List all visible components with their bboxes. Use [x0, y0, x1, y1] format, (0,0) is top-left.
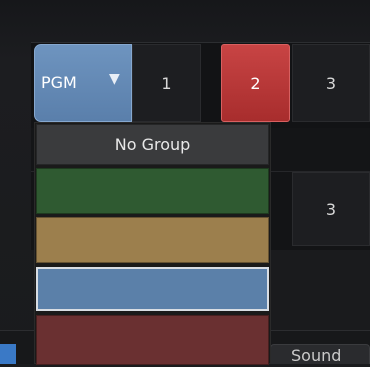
source-button-2-active[interactable]: 2 — [221, 44, 290, 122]
bus-selector-button[interactable]: PGM ▼ — [34, 44, 132, 122]
bus-selector-label: PGM — [41, 73, 77, 92]
source-button-1[interactable]: 1 — [132, 44, 201, 122]
dropdown-option-green[interactable] — [36, 168, 269, 214]
color-group-dropdown: No Group — [34, 122, 271, 365]
source-button-row2-3[interactable]: 3 — [292, 172, 370, 246]
app-frame: PGM ▼ 1 2 3 3 Sound No Group — [0, 0, 370, 365]
dropdown-option-tan[interactable] — [36, 217, 269, 263]
source-button-3[interactable]: 3 — [292, 44, 370, 122]
dropdown-option-blue-selected[interactable] — [36, 267, 269, 311]
dropdown-option-maroon[interactable] — [36, 315, 269, 365]
tab-sound[interactable]: Sound — [270, 344, 370, 365]
dropdown-option-no-group[interactable]: No Group — [36, 124, 269, 165]
chevron-down-icon: ▼ — [109, 71, 120, 87]
blue-tab-edge[interactable] — [0, 344, 16, 364]
